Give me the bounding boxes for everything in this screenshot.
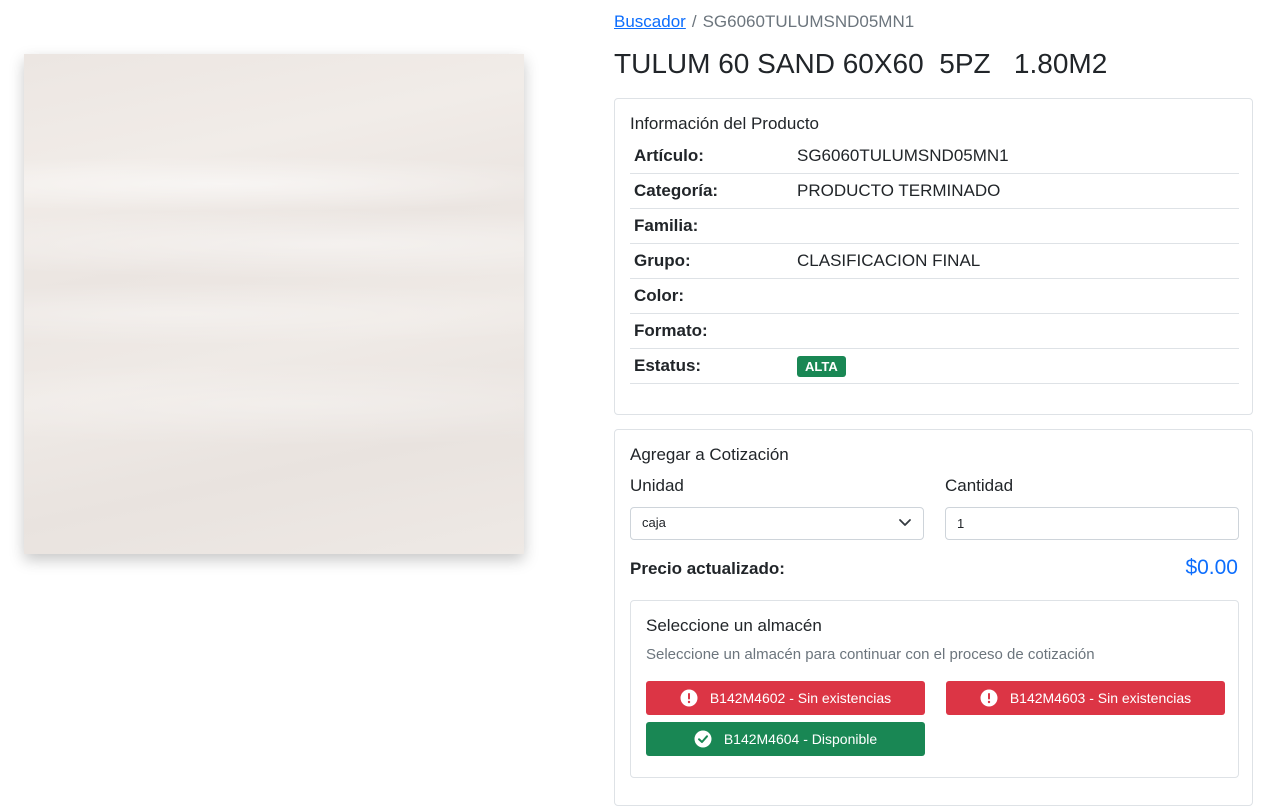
unit-select[interactable]: caja: [630, 507, 924, 540]
breadcrumb: Buscador / SG6060TULUMSND05MN1: [614, 12, 914, 32]
breadcrumb-separator: /: [691, 12, 697, 31]
warehouse-title: Seleccione un almacén: [646, 616, 822, 635]
info-label: Artículo:: [634, 146, 704, 165]
info-label: Familia:: [634, 216, 699, 235]
exclamation-circle-icon: [980, 689, 998, 707]
info-row-color: Color:: [630, 279, 1239, 314]
info-value: PRODUCTO TERMINADO: [797, 181, 1001, 200]
warehouse-subtitle: Seleccione un almacén para continuar con…: [646, 646, 1095, 663]
info-value: CLASIFICACION FINAL: [797, 251, 981, 270]
product-info-card: Información del Producto Artículo: SG606…: [614, 98, 1253, 415]
quantity-label: Cantidad: [945, 476, 1014, 495]
unit-select-value: caja: [642, 515, 666, 530]
warehouse-button-label: B142M4603 - Sin existencias: [1009, 690, 1192, 706]
breadcrumb-current: SG6060TULUMSND05MN1: [702, 12, 915, 31]
product-info-title: Información del Producto: [630, 114, 819, 133]
info-row-estatus: Estatus: ALTA: [630, 349, 1239, 384]
chevron-down-icon: [899, 519, 911, 526]
price-value: $0.00: [1185, 556, 1238, 579]
info-label: Formato:: [634, 321, 708, 340]
quantity-input[interactable]: [945, 507, 1239, 540]
info-row-formato: Formato:: [630, 314, 1239, 349]
info-label: Categoría:: [634, 181, 719, 200]
exclamation-circle-icon: [680, 689, 698, 707]
warehouse-card: Seleccione un almacén Seleccione un alma…: [630, 600, 1239, 778]
quote-title: Agregar a Cotización: [630, 445, 789, 464]
info-row-familia: Familia:: [630, 209, 1239, 244]
product-image: [24, 54, 524, 554]
info-row-categoria: Categoría: PRODUCTO TERMINADO: [630, 174, 1239, 209]
status-badge: ALTA: [797, 355, 846, 377]
info-label: Grupo:: [634, 251, 691, 270]
breadcrumb-link-buscador[interactable]: Buscador: [614, 12, 686, 31]
check-circle-icon: [694, 730, 712, 748]
warehouse-button-label: B142M4604 - Disponible: [723, 731, 878, 747]
info-row-articulo: Artículo: SG6060TULUMSND05MN1: [630, 139, 1239, 174]
warehouse-button-b142m4602[interactable]: B142M4602 - Sin existencias: [646, 681, 925, 715]
price-label: Precio actualizado:: [630, 559, 785, 578]
unit-label: Unidad: [630, 476, 684, 495]
info-row-grupo: Grupo: CLASIFICACION FINAL: [630, 244, 1239, 279]
info-label: Estatus:: [634, 356, 702, 375]
warehouse-button-b142m4604[interactable]: B142M4604 - Disponible: [646, 722, 925, 756]
page-title: TULUM 60 SAND 60X60 5PZ 1.80M2: [614, 48, 1108, 79]
info-value: SG6060TULUMSND05MN1: [797, 146, 1009, 165]
warehouse-button-b142m4603[interactable]: B142M4603 - Sin existencias: [946, 681, 1225, 715]
warehouse-button-label: B142M4602 - Sin existencias: [709, 690, 892, 706]
info-value: ALTA: [797, 355, 1239, 377]
quote-card: Agregar a Cotización Unidad Cantidad caj…: [614, 429, 1253, 806]
product-info-table: Artículo: SG6060TULUMSND05MN1 Categoría:…: [630, 139, 1239, 384]
info-label: Color:: [634, 286, 685, 305]
